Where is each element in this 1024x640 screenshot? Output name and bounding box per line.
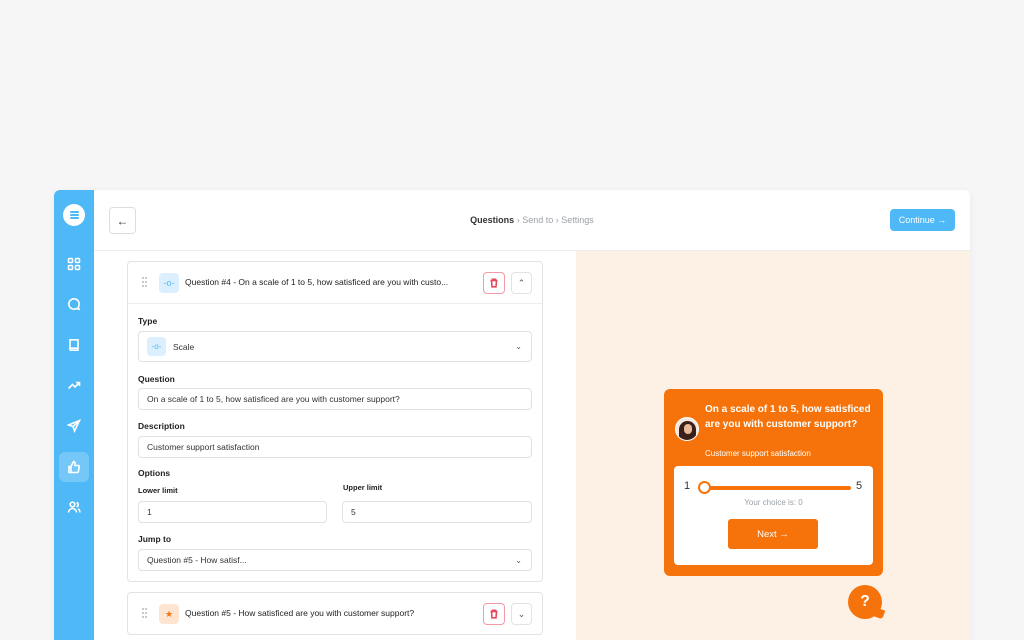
breadcrumb: Questions › Send to › Settings (94, 215, 970, 225)
arrow-right-icon: → (937, 215, 947, 225)
chevron-up-icon: ⌃ (517, 277, 526, 288)
sidebar-item-chat[interactable] (59, 289, 89, 319)
question-title: Question #4 - On a scale of 1 to 5, how … (185, 277, 449, 287)
chat-bubble-icon (68, 297, 81, 311)
survey-preview: On a scale of 1 to 5, how satisficed are… (576, 251, 970, 640)
description-label: Description (138, 421, 185, 431)
question-editor: -o- Question #4 - On a scale of 1 to 5, … (94, 251, 576, 640)
expand-button[interactable]: ⌄ (511, 603, 532, 625)
trending-up-icon (67, 381, 81, 390)
help-button[interactable]: ? (848, 585, 886, 620)
jump-to-select[interactable]: Question #5 - How satisf... ⌄ (138, 549, 532, 571)
continue-button[interactable]: Continue → (890, 209, 955, 231)
scale-icon: -o- (159, 273, 179, 293)
send-icon (67, 419, 81, 433)
question-title: Question #5 - How satisficed are you wit… (185, 608, 415, 618)
breadcrumb-separator: › (555, 215, 559, 225)
trash-icon (490, 278, 498, 288)
options-label: Options (138, 468, 171, 478)
chevron-down-icon: ⌄ (517, 608, 526, 619)
trash-icon (490, 609, 498, 619)
question-card-5: ★ Question #5 - How satisficed are you w… (127, 592, 543, 635)
type-value: Scale (173, 341, 195, 352)
book-icon (69, 339, 79, 351)
question-label: Question (138, 374, 175, 384)
drag-handle-icon[interactable] (142, 277, 148, 289)
thumbs-up-icon (68, 460, 81, 474)
scale-min-label: 1 (684, 480, 691, 492)
description-input[interactable]: Customer support satisfaction (138, 436, 532, 458)
lower-limit-label: Lower limit (138, 486, 178, 495)
jump-to-value: Question #5 - How satisf... (147, 555, 247, 565)
sidebar-item-feedback[interactable] (59, 452, 89, 482)
arrow-right-icon: → (779, 528, 789, 540)
app-window: ← Questions › Send to › Settings Continu… (54, 190, 970, 640)
breadcrumb-settings[interactable]: Settings (561, 215, 594, 225)
logo-glyph-icon (69, 209, 79, 220)
collapse-button[interactable]: ⌃ (511, 272, 532, 294)
star-icon: ★ (159, 604, 179, 624)
type-select[interactable]: -o- Scale ⌄ (138, 331, 532, 362)
chevron-down-icon: ⌄ (515, 342, 522, 351)
sidebar-item-users[interactable] (59, 492, 89, 522)
breadcrumb-send-to[interactable]: Send to (522, 215, 553, 225)
top-bar: ← Questions › Send to › Settings Continu… (94, 190, 970, 251)
sidebar (54, 190, 94, 640)
sidebar-item-send[interactable] (59, 411, 89, 441)
sidebar-item-analytics[interactable] (59, 370, 89, 400)
survey-widget: On a scale of 1 to 5, how satisficed are… (664, 389, 883, 576)
question-card-header[interactable]: -o- Question #4 - On a scale of 1 to 5, … (128, 262, 542, 304)
choice-readout: Your choice is: 0 (744, 498, 803, 507)
scale-max-label: 5 (856, 480, 863, 492)
upper-limit-label: Upper limit (343, 483, 383, 492)
widget-description: Customer support satisfaction (705, 449, 811, 458)
widget-question-title: On a scale of 1 to 5, how satisficed are… (705, 404, 871, 430)
agent-avatar (675, 417, 699, 441)
upper-limit-input[interactable]: 5 (342, 501, 532, 523)
jump-to-label: Jump to (138, 534, 172, 544)
next-label: Next (757, 528, 777, 540)
app-logo[interactable] (63, 204, 85, 226)
widget-answer-panel: 1 5 Your choice is: 0 Next → (674, 466, 873, 565)
drag-handle-icon[interactable] (142, 608, 148, 620)
question-input[interactable]: On a scale of 1 to 5, how satisficed are… (138, 388, 532, 410)
delete-question-button[interactable] (483, 603, 505, 625)
continue-label: Continue (898, 215, 935, 225)
scale-icon: -o- (147, 337, 166, 356)
breadcrumb-separator: › (516, 215, 520, 225)
question-mark-icon: ? (860, 593, 870, 610)
sidebar-item-library[interactable] (59, 330, 89, 360)
chevron-down-icon: ⌄ (515, 556, 522, 565)
lower-limit-input[interactable]: 1 (138, 501, 327, 523)
next-button[interactable]: Next → (728, 519, 818, 549)
breadcrumb-questions[interactable]: Questions (470, 215, 514, 225)
scale-slider-thumb[interactable] (698, 481, 711, 494)
sidebar-item-dashboard[interactable] (59, 249, 89, 279)
grid-icon (67, 257, 81, 271)
delete-question-button[interactable] (483, 272, 505, 294)
scale-slider-track[interactable] (701, 486, 851, 490)
question-card-header[interactable]: ★ Question #5 - How satisficed are you w… (128, 593, 542, 635)
question-card-4: -o- Question #4 - On a scale of 1 to 5, … (127, 261, 543, 582)
users-icon (67, 501, 81, 513)
type-label: Type (138, 316, 158, 326)
